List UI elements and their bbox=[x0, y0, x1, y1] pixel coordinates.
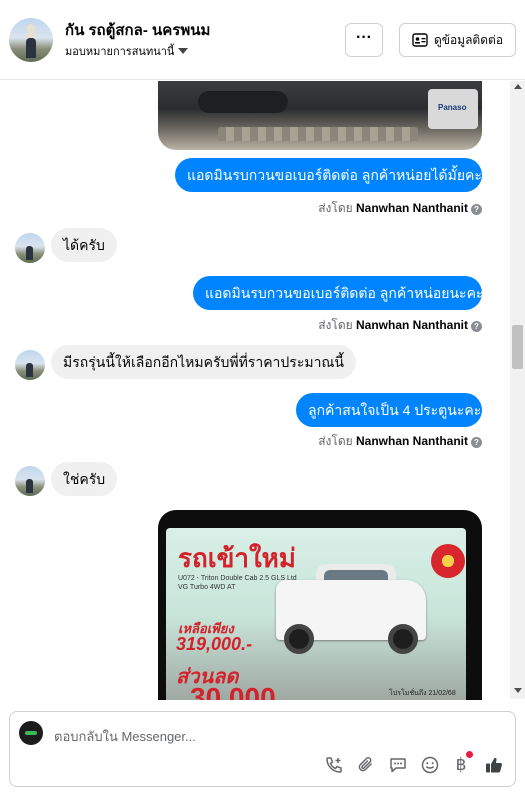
contact-avatar-small[interactable] bbox=[15, 350, 45, 380]
outgoing-message[interactable]: ลูกค้าสนใจเป็น 4 ประตูนะคะ bbox=[296, 393, 482, 427]
info-icon[interactable]: ? bbox=[471, 437, 482, 448]
phone-plus-icon[interactable] bbox=[323, 754, 345, 776]
truck-wheel bbox=[388, 624, 418, 654]
sender-name: Nanwhan Nanthanit bbox=[355, 201, 468, 215]
paperclip-icon[interactable] bbox=[355, 754, 377, 776]
notification-dot bbox=[466, 751, 473, 758]
sent-by-label: ส่งโดย Nanwhan Nanthanit? bbox=[290, 432, 482, 451]
car-ad-photo[interactable]: รถเข้าใหม่ U072 - Triton Double Cab 2.5 … bbox=[158, 510, 482, 700]
caret-down-icon bbox=[178, 48, 189, 54]
info-icon[interactable]: ? bbox=[471, 204, 482, 215]
quick-reply-icon[interactable] bbox=[387, 754, 409, 776]
reply-input[interactable]: ตอบกลับใน Messenger... bbox=[54, 726, 196, 747]
messenger-conversation: กัน รถตู้สกล- นครพนม มอบหมายการสนทนานี้ … bbox=[0, 0, 525, 798]
sent-by-prefix: ส่งโดย bbox=[318, 201, 353, 215]
scroll-down-arrow-icon[interactable] bbox=[514, 688, 522, 693]
info-icon[interactable]: ? bbox=[471, 321, 482, 332]
conversation-header: กัน รถตู้สกล- นครพนม มอบหมายการสนทนานี้ … bbox=[0, 0, 525, 80]
car-ad-price: 319,000.- bbox=[176, 634, 253, 654]
contact-name[interactable]: กัน รถตู้สกล- นครพนม bbox=[65, 18, 210, 42]
emoji-icon[interactable] bbox=[419, 754, 441, 776]
sent-by-prefix: ส่งโดย bbox=[318, 318, 353, 332]
car-ad-discount-value: 30,000 bbox=[190, 682, 276, 700]
contact-avatar[interactable] bbox=[9, 18, 53, 62]
incoming-message[interactable]: ใช่ครับ bbox=[51, 462, 118, 496]
truck-wheel bbox=[284, 624, 314, 654]
outgoing-message[interactable]: แอดมินรบกวนขอเบอร์ติดต่อ ลูกค้าหน่อยนะคะ bbox=[193, 276, 483, 310]
sent-by-label: ส่งโดย Nanwhan Nanthanit? bbox=[290, 316, 482, 335]
view-contact-button[interactable]: ดูข้อมูลติดต่อ bbox=[399, 23, 516, 57]
sent-by-prefix: ส่งโดย bbox=[318, 434, 353, 448]
incoming-message[interactable]: ได้ครับ bbox=[51, 228, 117, 262]
flower-decoration bbox=[431, 544, 465, 578]
sender-name: Nanwhan Nanthanit bbox=[355, 434, 468, 448]
car-ad-date: โปรโมชั่นถึง 21/02/68 bbox=[389, 690, 456, 697]
assign-label: มอบหมายการสนทนานี้ bbox=[65, 46, 175, 58]
outgoing-message[interactable]: แอดมินรบกวนขอเบอร์ติดต่อ ลูกค้าหน่อยได้ม… bbox=[175, 158, 482, 192]
thumbs-up-icon[interactable] bbox=[483, 754, 505, 776]
contact-avatar-small[interactable] bbox=[15, 233, 45, 263]
view-contact-label: ดูข้อมูลติดต่อ bbox=[433, 32, 504, 47]
thread-scrollbar[interactable] bbox=[510, 81, 525, 699]
contact-avatar-small[interactable] bbox=[15, 466, 45, 496]
reply-composer: ตอบกลับใน Messenger... ฿ bbox=[9, 711, 516, 787]
more-options-button[interactable]: ··· bbox=[345, 23, 383, 57]
sent-by-label: ส่งโดย Nanwhan Nanthanit? bbox=[290, 199, 482, 218]
scrollbar-thumb[interactable] bbox=[512, 325, 523, 369]
photo-brand-text: Panaso bbox=[438, 103, 467, 112]
car-ad-headline: รถเข้าใหม่ bbox=[178, 544, 296, 574]
assign-conversation-dropdown[interactable]: มอบหมายการสนทนานี้ bbox=[65, 42, 189, 60]
incoming-message[interactable]: มีรถรุ่นนี้ให้เลือกอีกไหมครับพี่ที่ราคาป… bbox=[51, 345, 356, 379]
engine-photo[interactable]: Panaso bbox=[158, 81, 482, 150]
page-avatar bbox=[19, 721, 43, 745]
sender-name: Nanwhan Nanthanit bbox=[355, 318, 468, 332]
car-ad-poster: รถเข้าใหม่ U072 - Triton Double Cab 2.5 … bbox=[166, 528, 466, 700]
contact-card-icon bbox=[412, 33, 428, 47]
scroll-up-arrow-icon[interactable] bbox=[514, 84, 522, 89]
